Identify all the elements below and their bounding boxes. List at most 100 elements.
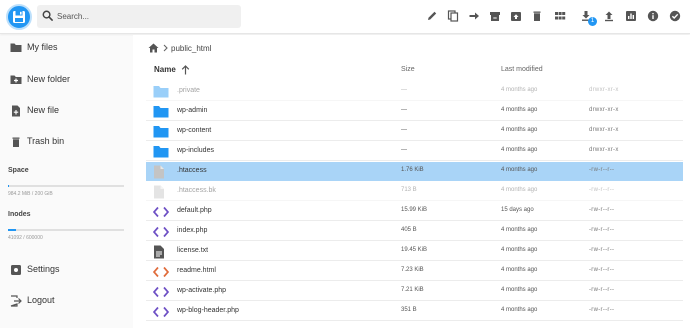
new-file-icon <box>12 105 20 117</box>
file-modified: 15 days ago <box>501 207 534 213</box>
file-size: 1.76 KiB <box>401 167 424 173</box>
file-size: — <box>401 87 407 93</box>
info-chart-icon[interactable] <box>624 9 638 23</box>
file-size: 405 B <box>401 227 417 233</box>
file-permissions: drwxr-xr-x <box>589 87 619 93</box>
file-size: 713 B <box>401 187 417 193</box>
code-icon <box>152 305 170 323</box>
sidebar: My files New folder New file Trash bin S… <box>0 35 133 328</box>
file-size: 15.99 KiB <box>401 207 428 213</box>
file-permissions: -rw-r--r-- <box>589 287 615 293</box>
code-icon <box>152 225 170 243</box>
sidebar-item-my-files[interactable]: My files <box>0 37 133 59</box>
home-icon[interactable] <box>148 43 159 53</box>
file-name: wp-blog-header.php <box>177 307 239 314</box>
file-name: .htaccess <box>177 167 207 174</box>
edit-icon[interactable] <box>425 9 439 23</box>
table-row[interactable]: default.php 15.99 KiB 15 days ago -rw-r--r-… <box>146 202 683 221</box>
column-name-header[interactable]: Name <box>154 65 176 74</box>
archive-icon[interactable] <box>488 9 502 23</box>
upload-icon[interactable] <box>602 9 616 23</box>
file-modified: 4 months ago <box>501 147 538 153</box>
table-row[interactable]: wp-includes — 4 months ago drwxr-xr-x <box>146 142 683 161</box>
file-size: — <box>401 147 407 153</box>
table-row[interactable]: index.php 405 B 4 months ago -rw-r--r-- <box>146 222 683 241</box>
file-modified: 4 months ago <box>501 267 538 273</box>
file-size: — <box>401 107 407 113</box>
gear-icon <box>11 265 21 275</box>
file-name: wp-activate.php <box>177 287 227 294</box>
file-modified: 4 months ago <box>501 287 538 293</box>
grid-view-icon[interactable] <box>553 9 567 23</box>
file-modified: 4 months ago <box>501 167 538 173</box>
file-permissions: -rw-r--r-- <box>589 247 615 253</box>
sidebar-item-new-folder[interactable]: New folder <box>0 69 133 91</box>
folder-icon <box>153 105 169 123</box>
file-name: wp-content <box>177 127 212 134</box>
sidebar-item-label: New folder <box>27 74 71 84</box>
folder-icon <box>10 43 22 52</box>
new-folder-icon <box>10 75 22 84</box>
unarchive-icon[interactable] <box>509 9 523 23</box>
search-input[interactable] <box>57 8 237 25</box>
move-arrow-icon[interactable] <box>467 9 481 23</box>
file-permissions: -rw-r--r-- <box>589 267 615 273</box>
file-name: .private <box>177 87 200 94</box>
app-logo-icon[interactable] <box>6 4 32 30</box>
table-row[interactable]: wp-activate.php 7.21 KiB 4 months ago -rw-r… <box>146 282 683 301</box>
sidebar-item-label: Trash bin <box>27 136 65 146</box>
sidebar-item-label: Logout <box>27 295 55 305</box>
breadcrumb: public_html <box>148 41 211 55</box>
search-icon <box>42 10 53 21</box>
file-size: 351 B <box>401 307 417 313</box>
file-modified: 4 months ago <box>501 127 538 133</box>
breadcrumb-current[interactable]: public_html <box>171 44 211 53</box>
file-size: — <box>401 127 407 133</box>
space-usage-bar <box>8 185 124 187</box>
copy-icon[interactable] <box>446 9 460 23</box>
download-count-badge: 1 <box>588 17 597 26</box>
file-modified: 4 months ago <box>501 87 538 93</box>
table-row[interactable]: .private — 4 months ago drwxr-xr-x <box>146 82 683 101</box>
file-permissions: -rw-r--r-- <box>589 227 615 233</box>
code-icon <box>152 285 170 303</box>
arrow-up-icon[interactable] <box>181 65 190 75</box>
file-name: .htaccess.bk <box>177 187 216 194</box>
file-permissions: -rw-r--r-- <box>589 207 615 213</box>
help-icon[interactable] <box>646 9 660 23</box>
sidebar-item-label: Settings <box>27 264 60 274</box>
table-row[interactable]: .htaccess.bk 713 B 4 months ago -rw-r--r-- <box>146 182 683 201</box>
sidebar-item-logout[interactable]: Logout <box>0 290 133 312</box>
sidebar-item-trash-bin[interactable]: Trash bin <box>0 131 133 153</box>
file-name: wp-admin <box>177 107 208 114</box>
logout-icon <box>10 295 22 307</box>
space-usage-text: 984.2 MiB / 200 GiB <box>8 191 53 197</box>
delete-icon[interactable] <box>530 9 544 23</box>
file-permissions: -rw-r--r-- <box>589 307 615 313</box>
inodes-usage-text: 41092 / 600000 <box>8 235 43 241</box>
column-size-header[interactable]: Size <box>401 66 415 73</box>
code-icon <box>152 205 170 223</box>
column-modified-header[interactable]: Last modified <box>501 66 543 73</box>
table-row[interactable]: wp-content — 4 months ago drwxr-xr-x <box>146 122 683 141</box>
sidebar-item-new-file[interactable]: New file <box>0 100 133 122</box>
file-modified: 4 months ago <box>501 227 538 233</box>
table-row[interactable]: readme.html 7.23 KiB 4 months ago -rw-r--r-… <box>146 262 683 281</box>
file-size: 7.21 KiB <box>401 287 424 293</box>
file-permissions: drwxr-xr-x <box>589 107 619 113</box>
sidebar-item-settings[interactable]: Settings <box>0 259 133 281</box>
file-listing: public_html Name Size Last modified .pri… <box>133 35 690 328</box>
table-row[interactable]: wp-blog-header.php 351 B 4 months ago -rw-r… <box>146 302 683 321</box>
code-icon <box>152 265 170 283</box>
file-permissions: -rw-r--r-- <box>589 167 615 173</box>
table-row[interactable]: .htaccess 1.76 KiB 4 months ago -rw-r--r-- <box>146 162 683 181</box>
table-row[interactable]: license.txt 19.45 KiB 4 months ago -rw-r--r… <box>146 242 683 261</box>
file-name: index.php <box>177 227 208 234</box>
file-permissions: drwxr-xr-x <box>589 127 619 133</box>
file-permissions: drwxr-xr-x <box>589 147 619 153</box>
table-header: Name Size Last modified <box>133 60 690 80</box>
table-row[interactable]: wp-admin — 4 months ago drwxr-xr-x <box>146 102 683 121</box>
select-all-icon[interactable] <box>668 9 682 23</box>
inodes-usage-bar <box>8 229 124 231</box>
file-modified: 4 months ago <box>501 187 538 193</box>
